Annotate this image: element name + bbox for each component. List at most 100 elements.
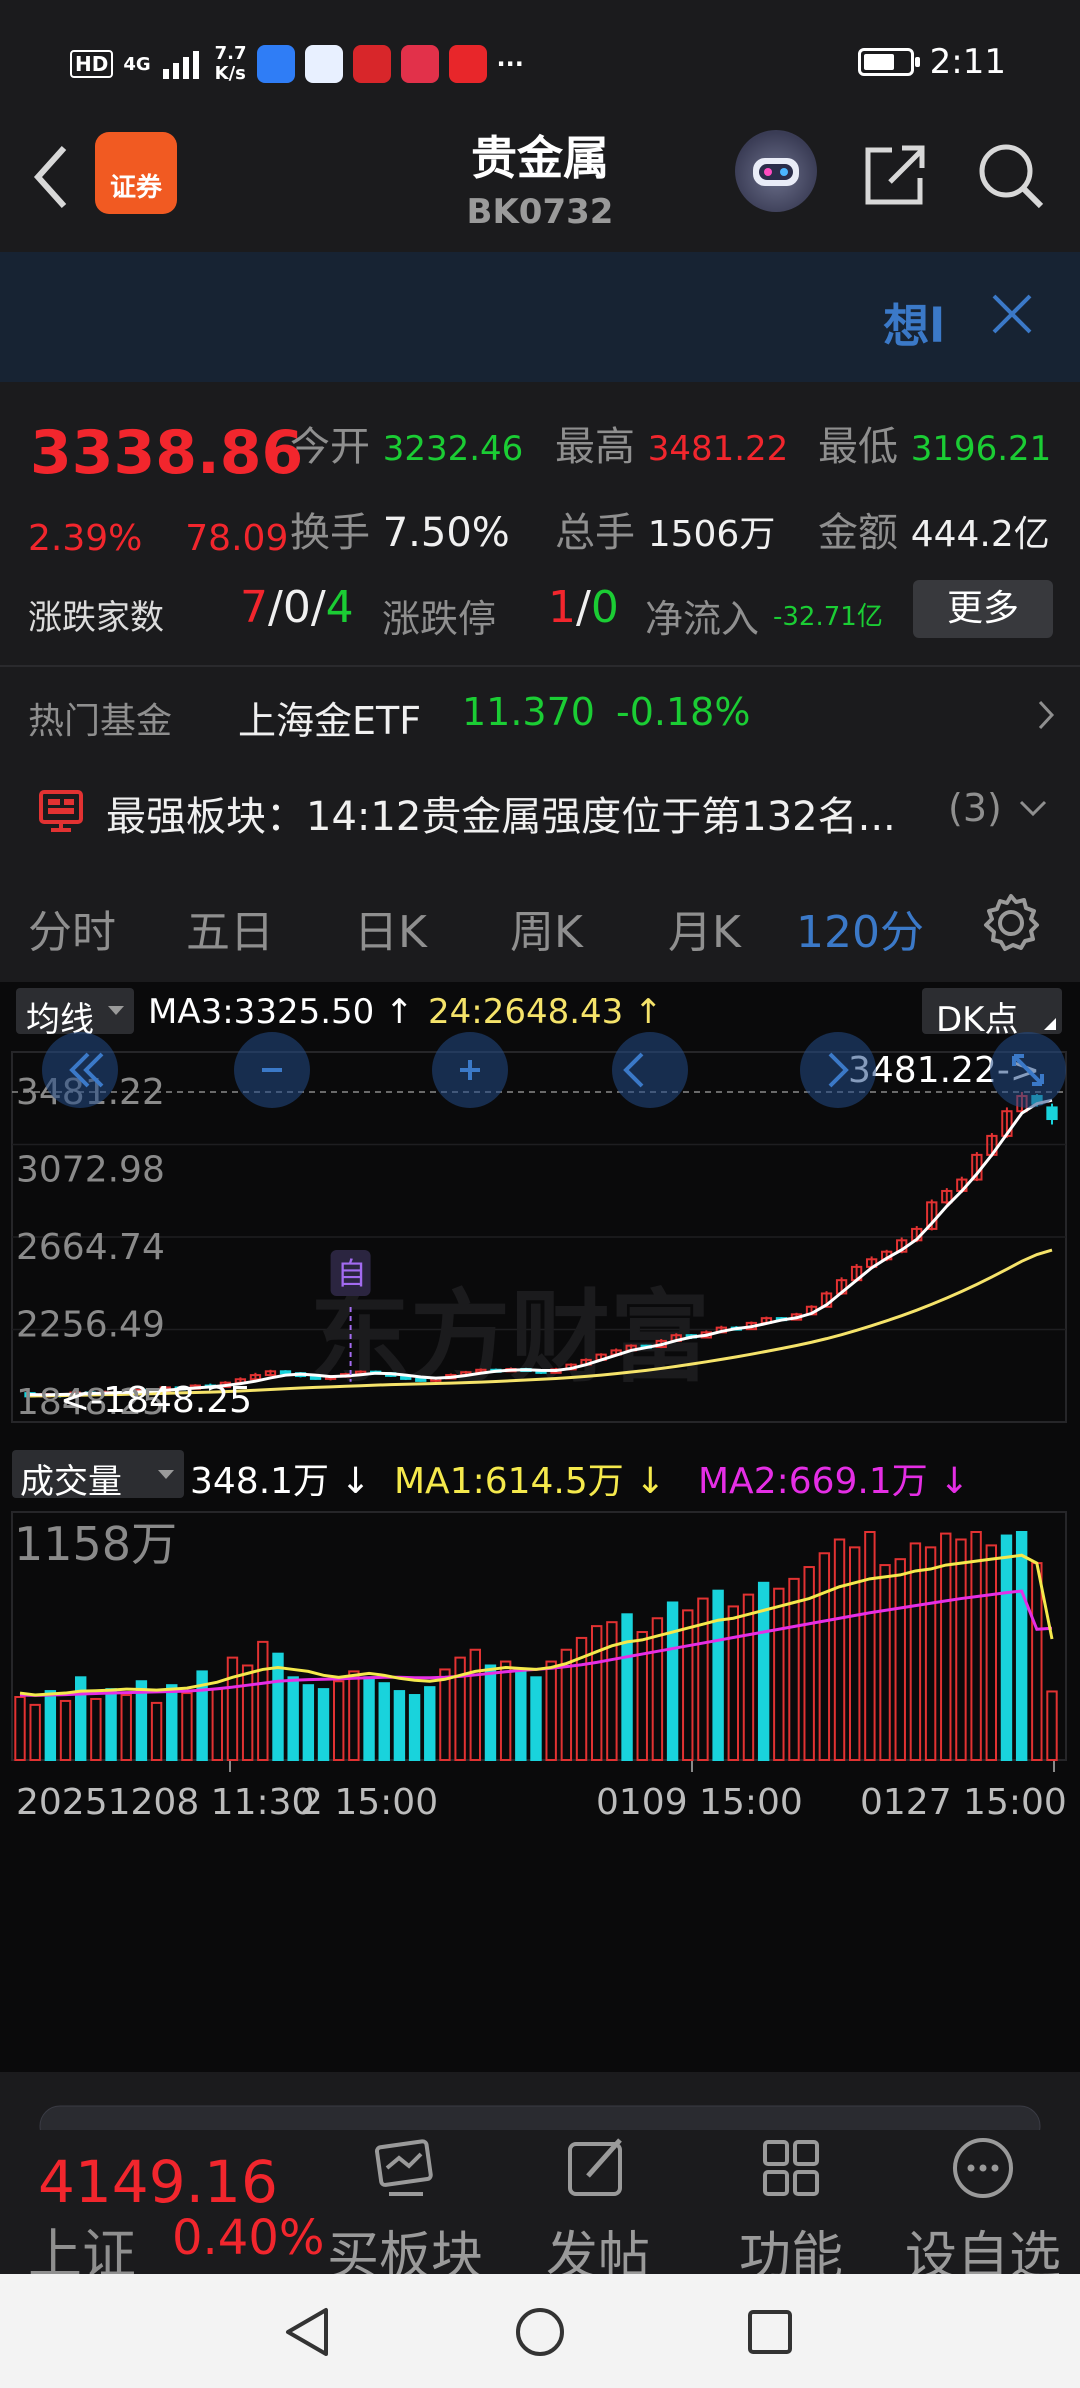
watermark: 东方财富 (310, 1279, 710, 1396)
volume-bar (530, 1676, 542, 1762)
volume-value: 1506万 (647, 514, 776, 555)
add-watchlist-button[interactable]: 设自选 (888, 2134, 1078, 2289)
tab-intraday[interactable]: 分时 (28, 896, 116, 960)
limit-label: 涨跌停 (382, 597, 497, 641)
double-left-overlay-button (42, 1032, 118, 1108)
network-indicator: 4G (123, 53, 151, 75)
nav-home-icon[interactable] (514, 2306, 566, 2358)
candle-body (415, 1377, 427, 1382)
close-icon[interactable] (986, 288, 1038, 340)
post-button[interactable]: 发帖 (503, 2134, 693, 2289)
netflow-value: -32.71亿 (773, 602, 883, 632)
toutiao-app-icon (448, 45, 487, 83)
volume-bar (150, 1701, 163, 1761)
divider (0, 665, 1080, 667)
back-arrow-icon[interactable] (30, 142, 70, 212)
ai-assistant-icon[interactable] (735, 130, 817, 212)
volume-bar (287, 1676, 299, 1762)
x-axis-label: 0127 15:00 (860, 1782, 1067, 1823)
volume-bar (226, 1656, 239, 1761)
volume-bar (317, 1688, 330, 1761)
volume-bar (651, 1617, 664, 1761)
volume-bar (363, 1676, 375, 1762)
low-marker-label: <-1848.25 (60, 1380, 252, 1421)
volume-bar (666, 1601, 679, 1762)
netflow-label: 净流入 (645, 597, 760, 641)
updown-label: 涨跌家数 (28, 598, 164, 638)
kline-chart-area[interactable]: 均线 MA3:3325.50 ↑ 24:2648.43 ↑ DK点 东方财富 3… (0, 982, 1080, 2072)
nav-recents-icon[interactable] (746, 2308, 794, 2356)
battery-icon (857, 48, 920, 76)
volume-bar (120, 1694, 132, 1761)
strongest-sector-row[interactable]: 最强板块：14:12贵金属强度位于第132名... (3) (0, 762, 1080, 860)
hot-fund-price: 11.370 (462, 690, 595, 734)
volume-bar (424, 1686, 436, 1762)
volume-bar (211, 1688, 223, 1761)
tiktok-app-icon (400, 45, 439, 83)
more-notifications: ··· (496, 50, 524, 78)
volume-bar (940, 1532, 952, 1761)
red-app-icon (352, 45, 391, 83)
functions-button[interactable]: 功能 (696, 2134, 886, 2289)
buy-sector-button[interactable]: 买板块 (310, 2134, 500, 2289)
volume-bar (181, 1692, 193, 1762)
tab-daily-k[interactable]: 日K (354, 896, 427, 960)
hot-fund-row[interactable]: 热门基金 上海金ETF 11.370 -0.18% (0, 668, 1080, 760)
page-title: 贵金属 (471, 131, 609, 185)
volume-bar (621, 1613, 633, 1762)
volume-ma1: MA1:614.5万 ↓ (394, 1461, 666, 1502)
volume-bar (545, 1660, 557, 1761)
index-percent: 0.40% (172, 2210, 325, 2266)
top-header: 证券 贵金属 BK0732 (0, 110, 1080, 250)
volume-bar (636, 1631, 648, 1762)
sector-code: BK0732 (466, 192, 614, 232)
change-value: 78.09 (185, 518, 289, 559)
chevron-down-icon[interactable] (1018, 798, 1048, 818)
volume-bar (1015, 1531, 1028, 1761)
brokerage-logo[interactable]: 证券 (95, 132, 177, 214)
volume-bar (788, 1577, 800, 1761)
volume-bar (333, 1680, 345, 1762)
low-stat: 最低 3196.21 (818, 424, 1052, 470)
y-tick-label: 2664.74 (16, 1227, 165, 1268)
share-icon[interactable] (860, 140, 930, 210)
tab-120min[interactable]: 120分 (796, 896, 924, 960)
amount-value: 444.2亿 (910, 514, 1050, 555)
hot-fund-change: -0.18% (616, 690, 751, 734)
grid-apps-icon (763, 2140, 819, 2196)
volume-bar (712, 1589, 724, 1762)
change-percent: 2.39% (28, 518, 143, 559)
clock: 2:11 (929, 42, 1006, 82)
volume-bar (241, 1664, 254, 1762)
search-icon[interactable] (975, 140, 1047, 212)
high-stat: 最高 3481.22 (555, 424, 789, 470)
volume-bar (833, 1538, 846, 1761)
turnover-value: 7.50% (382, 510, 510, 556)
volume-bar (166, 1684, 178, 1761)
volume-bar (1031, 1562, 1043, 1762)
volume-bar (272, 1652, 284, 1762)
tab-monthly-k[interactable]: 月K (668, 896, 741, 960)
nav-back-icon[interactable] (282, 2306, 332, 2358)
more-button[interactable]: 更多 (913, 580, 1053, 638)
volume-bar (606, 1621, 618, 1761)
volume-bar (378, 1682, 390, 1762)
more-dots-icon (953, 2138, 1013, 2198)
chevron-right-icon (1038, 700, 1055, 730)
volume-bar (257, 1640, 269, 1762)
volume-bar (469, 1648, 481, 1761)
volume-bar (849, 1546, 861, 1761)
settings-gear-icon[interactable] (980, 892, 1042, 954)
promo-banner[interactable]: 想l (0, 252, 1080, 382)
hot-fund-name: 上海金ETF (238, 699, 422, 743)
tab-weekly-k[interactable]: 周K (510, 896, 583, 960)
volume-bar (14, 1695, 26, 1761)
volume-bar (955, 1538, 967, 1761)
index-value[interactable]: 4149.16 (38, 2148, 278, 2216)
y-tick-label: 3072.98 (16, 1149, 165, 1190)
volume-selector[interactable]: 成交量 (12, 1450, 184, 1502)
volume-bar (742, 1593, 755, 1761)
y-tick-label: 2256.49 (16, 1305, 165, 1346)
strongest-sector-count: (3) (948, 786, 1002, 830)
tab-five-day[interactable]: 五日 (186, 896, 274, 960)
